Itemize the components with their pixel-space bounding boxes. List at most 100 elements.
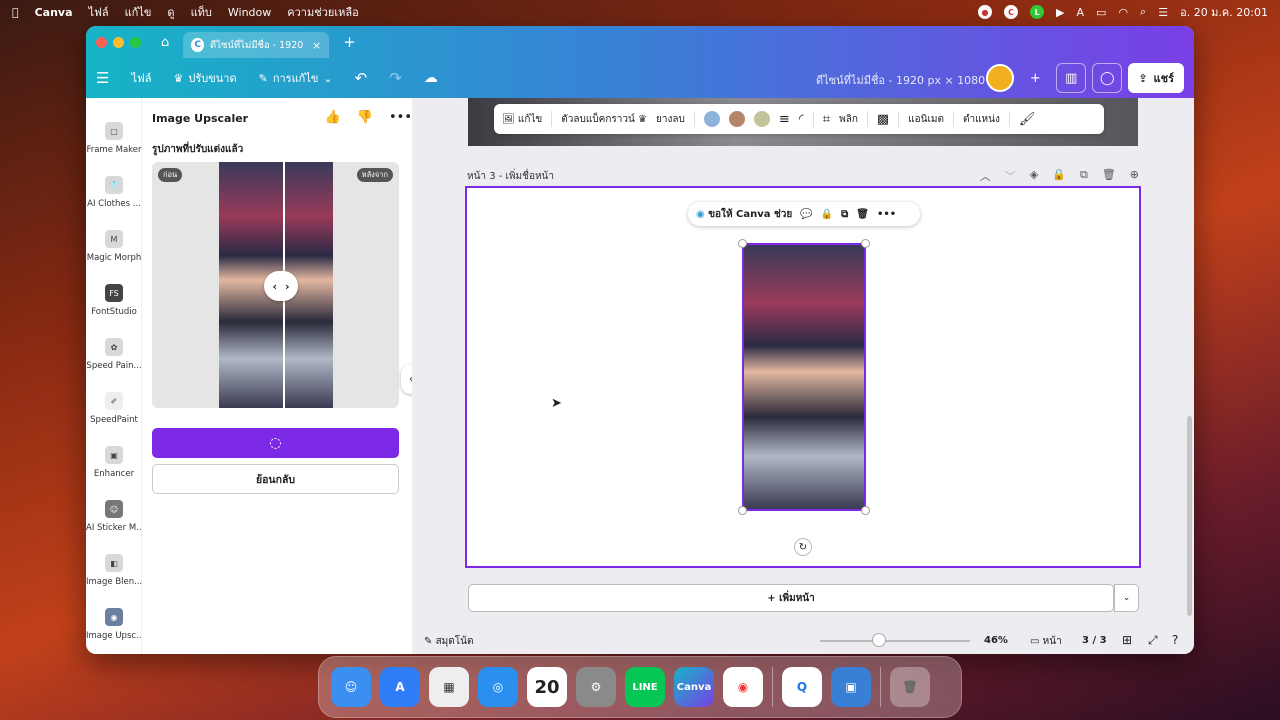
- position-button[interactable]: ตำแหน่ง: [963, 112, 1000, 127]
- help-icon[interactable]: ?: [1172, 633, 1178, 647]
- comments-icon[interactable]: ◯: [1092, 63, 1123, 93]
- preview-icon[interactable]: ▣: [831, 667, 871, 707]
- menu-tab[interactable]: แท็บ: [191, 3, 212, 21]
- minimize-window-button[interactable]: [113, 36, 124, 48]
- safari-icon[interactable]: ◎: [478, 667, 518, 707]
- page-counter[interactable]: 3 / 3: [1082, 635, 1107, 646]
- duplicate-icon[interactable]: ⧉: [841, 209, 848, 220]
- upscale-loading-button[interactable]: ◌: [152, 428, 399, 458]
- resize-handle-tl[interactable]: [738, 239, 747, 248]
- apple-icon[interactable]: : [12, 6, 19, 19]
- animate-button[interactable]: แอนิเมต: [908, 112, 944, 127]
- zoom-level[interactable]: 46%: [984, 635, 1008, 646]
- finder-icon[interactable]: ☺: [331, 667, 371, 707]
- menu-window[interactable]: Window: [228, 6, 271, 19]
- canva-status-icon[interactable]: C: [1004, 5, 1019, 19]
- resize-handle-bl[interactable]: [738, 506, 747, 515]
- color-swatch-1[interactable]: [703, 111, 720, 127]
- resize-button[interactable]: ♛ ปรับขนาด: [174, 69, 237, 87]
- cloud-sync-icon[interactable]: ☁: [424, 70, 438, 86]
- trash-icon[interactable]: 🗑: [890, 667, 930, 707]
- sidebar-item-image-blend[interactable]: ◧ Image Blen...: [86, 554, 142, 587]
- sidebar-item-magic-morph[interactable]: M Magic Morph: [86, 230, 142, 263]
- more-options-icon[interactable]: •••: [389, 110, 412, 125]
- border-style-icon[interactable]: ≡: [779, 112, 790, 127]
- menu-help[interactable]: ความช่วยเหลือ: [287, 3, 358, 21]
- comment-add-icon[interactable]: 💬: [800, 209, 812, 220]
- wifi-icon[interactable]: ◠: [1118, 6, 1128, 19]
- zoom-slider-handle[interactable]: [872, 633, 886, 647]
- bg-remover-button[interactable]: ตัวลบแบ็คกราวน์ ♛: [561, 112, 647, 127]
- control-center-icon[interactable]: ☰: [1158, 6, 1168, 19]
- trash-icon[interactable]: 🗑: [856, 209, 869, 220]
- resize-handle-tr[interactable]: [861, 239, 870, 248]
- back-button[interactable]: ย้อนกลับ: [152, 464, 399, 494]
- menu-app-name[interactable]: Canva: [35, 6, 73, 19]
- battery-icon[interactable]: ▭: [1096, 6, 1106, 19]
- browser-tab[interactable]: C ดีไซน์ที่ไม่มีชื่อ - 1920 ... ×: [183, 32, 330, 58]
- new-tab-icon[interactable]: +: [343, 33, 356, 51]
- avatar[interactable]: [986, 64, 1015, 92]
- notes-button[interactable]: ✎ สมุดโน้ต: [424, 634, 473, 649]
- sidebar-item-image-upscaler[interactable]: ◉ Image Upsc...: [86, 608, 142, 641]
- search-icon[interactable]: ⌕: [1140, 5, 1146, 19]
- file-menu-button[interactable]: ไฟล์: [131, 69, 151, 87]
- lock-icon[interactable]: 🔒: [821, 209, 833, 220]
- maximize-window-button[interactable]: [130, 36, 141, 48]
- color-swatch-3[interactable]: [753, 111, 770, 127]
- thumbs-up-icon[interactable]: 👍: [325, 110, 341, 125]
- transparency-icon[interactable]: ▩: [877, 112, 889, 127]
- redo-icon[interactable]: ↷: [389, 69, 402, 87]
- resize-handle-br[interactable]: [861, 506, 870, 515]
- home-icon[interactable]: ⌂: [161, 35, 169, 50]
- settings-icon[interactable]: ⚙: [576, 667, 616, 707]
- calendar-icon[interactable]: 20: [527, 667, 567, 707]
- zoom-slider[interactable]: [820, 640, 970, 642]
- crop-icon[interactable]: ⌗: [823, 112, 830, 127]
- document-title[interactable]: ดีไซน์ที่ไม่มีชื่อ - 1920 px × 1080 px: [816, 71, 1002, 89]
- page-label[interactable]: หน้า 3 - เพิ่มชื่อหน้า: [467, 169, 554, 184]
- sidebar-item-speedpaint[interactable]: ✐ SpeedPaint: [86, 392, 142, 425]
- more-options-icon[interactable]: •••: [877, 209, 896, 220]
- undo-icon[interactable]: ↶: [355, 69, 368, 87]
- sidebar-item-speed-paint[interactable]: ✿ Speed Pain...: [86, 338, 142, 371]
- chevron-down-icon[interactable]: ﹀: [1005, 168, 1016, 184]
- sidebar-item-frame-maker[interactable]: ▢ Frame Maker: [86, 122, 142, 155]
- duplicate-icon[interactable]: ⧉: [1080, 168, 1088, 184]
- eraser-button[interactable]: ยางลบ: [656, 112, 685, 127]
- clock[interactable]: อ. 20 ม.ค. 20:01: [1180, 3, 1268, 21]
- canva-app-icon[interactable]: Canva: [674, 667, 714, 707]
- pages-button[interactable]: ▭ หน้า: [1030, 634, 1062, 649]
- add-collaborator-icon[interactable]: +: [1020, 63, 1050, 93]
- close-tab-icon[interactable]: ×: [312, 39, 321, 52]
- grid-view-icon[interactable]: ⊞: [1122, 633, 1132, 647]
- editing-mode-button[interactable]: ✎ การแก้ไข ⌄: [259, 69, 333, 87]
- selected-image[interactable]: [738, 239, 870, 515]
- corner-rounding-icon[interactable]: ◜: [799, 112, 804, 127]
- line-app-icon[interactable]: LINE: [625, 667, 665, 707]
- thumbs-down-icon[interactable]: 👎: [357, 110, 373, 125]
- input-source-icon[interactable]: A: [1077, 6, 1085, 19]
- hamburger-menu-icon[interactable]: ☰: [96, 69, 109, 87]
- play-icon[interactable]: ▶: [1056, 6, 1064, 19]
- fullscreen-icon[interactable]: ⤢: [1148, 633, 1158, 648]
- compare-slider-handle[interactable]: ‹ ›: [264, 271, 298, 301]
- share-button[interactable]: ⇪ แชร์: [1128, 63, 1184, 93]
- menu-edit[interactable]: แก้ไข: [125, 3, 152, 21]
- chevron-up-icon[interactable]: ︿: [980, 168, 991, 184]
- canva-assistant-button[interactable]: ◉ ขอให้ Canva ช่วย: [696, 207, 792, 222]
- sidebar-item-enhancer[interactable]: ▣ Enhancer: [86, 446, 142, 479]
- flip-button[interactable]: พลิก: [839, 112, 858, 127]
- trash-icon[interactable]: 🗑: [1102, 168, 1116, 184]
- app-store-icon[interactable]: A: [380, 667, 420, 707]
- hide-icon[interactable]: ◈: [1030, 168, 1038, 184]
- vertical-scrollbar[interactable]: [1187, 416, 1192, 616]
- edit-image-button[interactable]: 🖼 แก้ไข: [502, 112, 542, 127]
- line-status-icon[interactable]: L: [1030, 5, 1045, 19]
- menu-view[interactable]: ดู: [167, 3, 174, 21]
- close-window-button[interactable]: [96, 36, 107, 48]
- chrome-icon[interactable]: ◉: [723, 667, 763, 707]
- record-icon[interactable]: ●: [978, 5, 993, 19]
- sidebar-item-fontstudio[interactable]: FS FontStudio: [86, 284, 142, 317]
- menu-file[interactable]: ไฟล์: [89, 3, 109, 21]
